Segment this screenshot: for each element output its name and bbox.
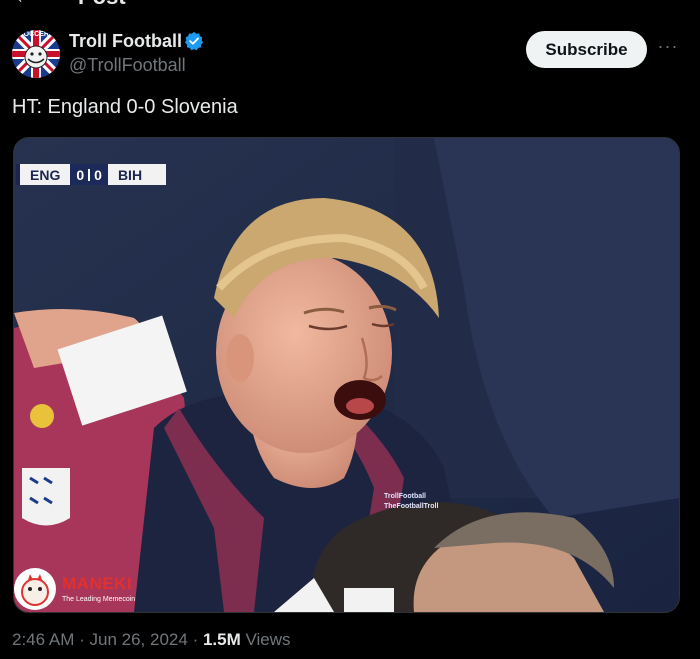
author-handle[interactable]: @TrollFootball xyxy=(69,55,186,76)
meta-separator: · xyxy=(79,630,85,649)
score: 0 0 xyxy=(70,164,108,185)
tweet-text: HT: England 0-0 Slovenia xyxy=(12,96,238,118)
post-meta: 2:46 AM · Jun 26, 2024 · 1.5M Views xyxy=(12,630,291,650)
post-date[interactable]: Jun 26, 2024 xyxy=(90,630,188,649)
maneki-cat-logo-icon xyxy=(14,568,56,610)
views-label: Views xyxy=(245,630,291,649)
score-divider xyxy=(88,168,91,181)
away-team: BIH xyxy=(107,164,167,185)
watermark-line-2: TheFootballTroll xyxy=(384,503,439,510)
post-time[interactable]: 2:46 AM xyxy=(12,630,74,649)
home-team: ENG xyxy=(16,164,71,185)
avatar[interactable]: SOCCER xyxy=(12,30,60,78)
tweet-media-image[interactable]: ENG 0 0 BIH TrollFootball TheFootballTro… xyxy=(13,137,680,613)
more-dots-icon[interactable]: ··· xyxy=(656,34,680,58)
arrow-left-icon[interactable]: ← xyxy=(14,0,34,9)
author-name[interactable]: Troll Football xyxy=(69,31,182,52)
brand-name: MANEKI xyxy=(62,574,133,593)
stadium-photo xyxy=(14,138,679,612)
avatar-text: SOCCER xyxy=(19,31,49,38)
page-title: Post xyxy=(78,0,126,10)
scorebug: ENG 0 0 BIH xyxy=(16,164,167,185)
away-score: 0 xyxy=(94,166,102,183)
subscribe-button[interactable]: Subscribe xyxy=(526,31,647,68)
meta-separator: · xyxy=(192,630,199,649)
watermark: TrollFootball TheFootballTroll xyxy=(384,492,438,512)
home-score: 0 xyxy=(76,166,85,183)
top-bar: ← Post xyxy=(0,0,700,10)
watermark-line-1: TrollFootball xyxy=(384,493,426,500)
verified-badge-icon xyxy=(184,31,204,51)
views-count: 1.5M xyxy=(202,630,241,649)
brand-tagline: The Leading Memecoin xyxy=(62,596,136,603)
